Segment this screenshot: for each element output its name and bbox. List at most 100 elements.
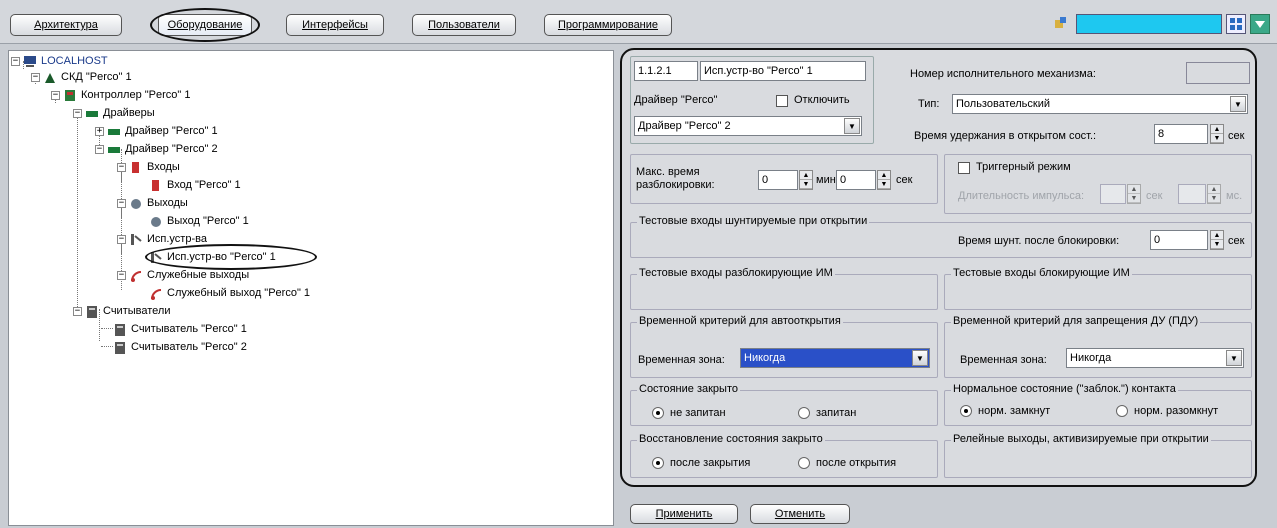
- chevron-down-icon[interactable]: ▼: [1226, 350, 1242, 366]
- hardware-tree[interactable]: − LOCALHOST − СКД "Perco" 1 − Контроллер…: [8, 50, 614, 526]
- tree-item-inputs[interactable]: − Входы: [117, 159, 180, 175]
- relay-group[interactable]: Релейные выходы, активизируемые при откр…: [944, 433, 1252, 478]
- input-icon: [152, 179, 159, 191]
- actuator-icon: [131, 233, 142, 245]
- hold-time-label: Время удержания в открытом сост.:: [914, 130, 1097, 142]
- driver-icon: [108, 128, 120, 135]
- not-powered-radio[interactable]: [652, 407, 664, 419]
- service-output-icon: [131, 270, 142, 282]
- zone-forbid-select[interactable]: Никогда ▼: [1066, 348, 1244, 368]
- chevron-down-icon[interactable]: [1250, 14, 1270, 34]
- shunt-time-stepper[interactable]: ▲ ▼: [1210, 230, 1224, 250]
- settings-panel: 1.1.2.1 Исп.устр-во "Perco" 1 Драйвер "P…: [620, 48, 1257, 487]
- controller-icon: [65, 89, 75, 101]
- restore-title: Восстановление состояния закрыто: [637, 433, 825, 445]
- sec-label: сек: [1228, 235, 1245, 247]
- zone-label: Временная зона:: [960, 354, 1047, 366]
- max-min-input[interactable]: 0: [758, 170, 798, 190]
- norm-open-label: норм. разомкнут: [1134, 405, 1219, 417]
- tree-item-reader-1[interactable]: Считыватель "Perco" 1: [113, 321, 247, 337]
- object-id-field: 1.1.2.1: [634, 61, 698, 81]
- tab-architecture[interactable]: Архитектура: [10, 14, 122, 36]
- disable-checkbox[interactable]: [776, 95, 788, 107]
- forbid-title: Временной критерий для запрещения ДУ (ПД…: [951, 315, 1201, 327]
- highlight-circle: [150, 8, 260, 42]
- reader-icon: [115, 323, 125, 336]
- relay-title: Релейные выходы, активизируемые при откр…: [951, 433, 1211, 445]
- test-unlock-title: Тестовые входы разблокирующие ИМ: [637, 267, 835, 279]
- hold-time-stepper[interactable]: ▲ ▼: [1210, 124, 1224, 144]
- test-block-title: Тестовые входы блокирующие ИМ: [951, 267, 1132, 279]
- tab-users[interactable]: Пользователи: [412, 14, 516, 36]
- driver-icon: [108, 146, 120, 153]
- chevron-down-icon[interactable]: ▼: [1230, 96, 1246, 112]
- type-select[interactable]: Пользовательский ▼: [952, 94, 1248, 114]
- test-block-group[interactable]: Тестовые входы блокирующие ИМ: [944, 267, 1252, 310]
- sec-label: сек: [1228, 130, 1245, 142]
- search-input[interactable]: [1076, 14, 1222, 34]
- top-toolbar: Архитектура Оборудование Интерфейсы Поль…: [0, 0, 1277, 44]
- tab-interfaces[interactable]: Интерфейсы: [286, 14, 384, 36]
- computer-icon: [24, 55, 36, 67]
- network-icon[interactable]: [1054, 16, 1068, 30]
- tree-item-localhost[interactable]: − LOCALHOST: [11, 53, 108, 69]
- tree-item-service-output-1[interactable]: Служебный выход "Perco" 1: [149, 285, 310, 301]
- chevron-down-icon[interactable]: ▼: [844, 118, 860, 134]
- access-control-icon: [45, 72, 55, 83]
- tree-item-reader-2[interactable]: Считыватель "Perco" 2: [113, 339, 247, 355]
- norm-closed-radio[interactable]: [960, 405, 972, 417]
- input-icon: [132, 161, 139, 173]
- after-close-label: после закрытия: [670, 457, 751, 469]
- tree-item-input-1[interactable]: Вход "Perco" 1: [149, 177, 241, 193]
- sec-label: сек: [896, 174, 913, 186]
- sec-label: сек: [1146, 190, 1163, 202]
- object-name-field[interactable]: Исп.устр-во "Perco" 1: [700, 61, 866, 81]
- tree-item-skd[interactable]: − СКД "Perco" 1: [31, 69, 132, 85]
- mech-number-label: Номер исполнительного механизма:: [910, 68, 1096, 80]
- after-open-label: после открытия: [816, 457, 897, 469]
- max-unlock-label: Макс. время разблокировки:: [636, 166, 715, 191]
- norm-closed-label: норм. замкнут: [978, 405, 1051, 417]
- zone-label: Временная зона:: [638, 354, 725, 366]
- tree-item-driver-2[interactable]: − Драйвер "Perco" 2: [95, 141, 218, 157]
- powered-label: запитан: [816, 407, 857, 419]
- pulse-ms-stepper: ▲ ▼: [1207, 184, 1221, 204]
- driver-select[interactable]: Драйвер "Perco" 2 ▼: [634, 116, 862, 136]
- tree-item-output-1[interactable]: Выход "Perco" 1: [149, 213, 249, 229]
- tree-item-driver-1[interactable]: + Драйвер "Perco" 1: [95, 123, 218, 139]
- tab-programming[interactable]: Программирование: [544, 14, 672, 36]
- output-icon: [131, 198, 141, 209]
- max-sec-input[interactable]: 0: [836, 170, 876, 190]
- hold-time-input[interactable]: 8: [1154, 124, 1208, 144]
- max-sec-stepper[interactable]: ▲ ▼: [877, 170, 891, 190]
- tree-item-controller[interactable]: − Контроллер "Perco" 1: [51, 87, 190, 103]
- shunt-time-label: Время шунт. после блокировки:: [958, 235, 1120, 247]
- shunt-time-input[interactable]: 0: [1150, 230, 1208, 250]
- cancel-button[interactable]: Отменить: [750, 504, 850, 524]
- after-close-radio[interactable]: [652, 457, 664, 469]
- test-unlock-group[interactable]: Тестовые входы разблокирующие ИМ: [630, 267, 938, 310]
- norm-open-radio[interactable]: [1116, 405, 1128, 417]
- chevron-down-icon[interactable]: ▼: [912, 350, 928, 366]
- test-shunt-title: Тестовые входы шунтируемые при открытии: [637, 215, 870, 227]
- reader-icon: [115, 341, 125, 354]
- min-label: мин: [816, 174, 836, 186]
- ms-label: мс.: [1226, 190, 1243, 202]
- pulse-sec-stepper: ▲ ▼: [1127, 184, 1141, 204]
- powered-radio[interactable]: [798, 407, 810, 419]
- output-icon: [151, 216, 161, 227]
- zone-auto-select[interactable]: Никогда ▼: [740, 348, 930, 368]
- grid-icon[interactable]: [1226, 14, 1246, 34]
- trigger-label: Триггерный режим: [976, 161, 1071, 173]
- tree-item-service-outputs[interactable]: − Служебные выходы: [117, 267, 249, 283]
- tree-item-drivers[interactable]: − Драйверы: [73, 105, 155, 121]
- service-output-icon: [151, 288, 162, 300]
- mech-number-field[interactable]: [1186, 62, 1250, 84]
- max-min-stepper[interactable]: ▲ ▼: [799, 170, 813, 190]
- tree-item-outputs[interactable]: − Выходы: [117, 195, 188, 211]
- tree-item-readers[interactable]: − Считыватели: [73, 303, 170, 319]
- after-open-radio[interactable]: [798, 457, 810, 469]
- apply-button[interactable]: Применить: [630, 504, 738, 524]
- pulse-label: Длительность импульса:: [958, 190, 1085, 202]
- trigger-checkbox[interactable]: [958, 162, 970, 174]
